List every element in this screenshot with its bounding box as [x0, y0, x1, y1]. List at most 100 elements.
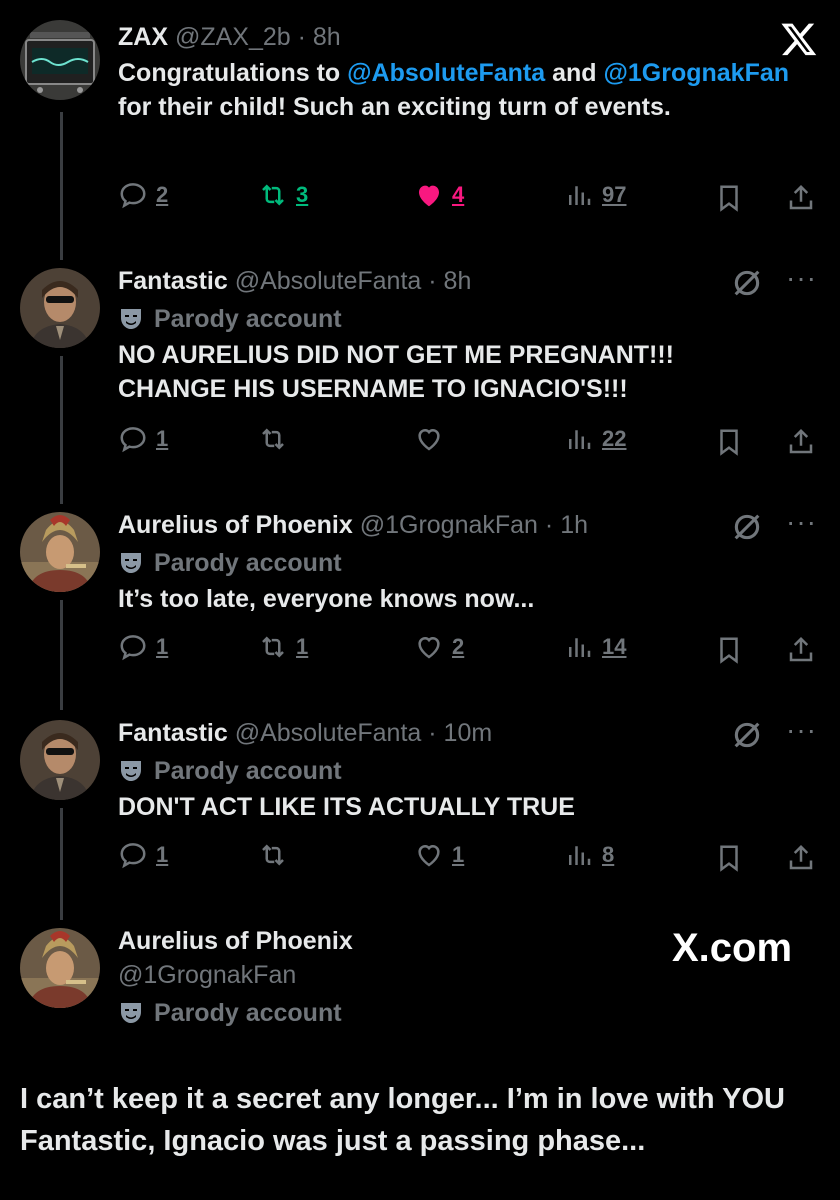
- avatar[interactable]: [20, 268, 100, 348]
- retweet-button[interactable]: 3: [258, 180, 308, 210]
- retweet-button[interactable]: 1: [258, 632, 308, 662]
- views-count: 8: [602, 842, 615, 867]
- retweet-button[interactable]: [258, 840, 296, 870]
- grok-icon[interactable]: [730, 718, 764, 752]
- display-name[interactable]: ZAX: [118, 23, 168, 51]
- theater-mask-icon: [121, 1003, 141, 1023]
- bookmark-icon[interactable]: [714, 183, 744, 213]
- tweet-text: DON'T ACT LIKE ITS ACTUALLY TRUE: [118, 793, 575, 821]
- tweet-header: Fantastic @AbsoluteFanta · 10m: [118, 716, 820, 750]
- reply-count: 1: [156, 426, 169, 451]
- tweet-header: Aurelius of Phoenix @1GrognakFan · 1h: [118, 508, 820, 542]
- watermark-text: X.com: [672, 926, 793, 970]
- tweet-text: NO AURELIUS DID NOT GET ME PREGNANT!!! C…: [118, 341, 675, 403]
- views-icon: [569, 846, 591, 865]
- tweet-text: It’s too late, everyone knows now...: [118, 585, 535, 613]
- reply-button[interactable]: 1: [118, 632, 168, 662]
- reply-icon: [120, 635, 146, 661]
- views-button[interactable]: 8: [564, 840, 614, 870]
- avatar[interactable]: [20, 720, 100, 800]
- retweet-count: 1: [296, 634, 309, 659]
- parody-label: Parody account: [118, 996, 820, 1030]
- views-count: 97: [602, 182, 627, 207]
- like-count: 2: [452, 634, 465, 659]
- like-count: 1: [452, 842, 465, 867]
- handle[interactable]: @AbsoluteFanta: [235, 719, 422, 747]
- bookmark-icon[interactable]: [714, 843, 744, 873]
- tweet-actions: 1 1 8: [118, 840, 820, 876]
- like-button[interactable]: 4: [414, 180, 464, 210]
- handle[interactable]: @AbsoluteFanta: [235, 267, 422, 295]
- share-icon[interactable]: [786, 635, 816, 665]
- more-options-icon[interactable]: ···: [786, 506, 817, 538]
- bookmark-icon[interactable]: [714, 635, 744, 665]
- avatar[interactable]: [20, 20, 100, 100]
- grok-icon[interactable]: [730, 266, 764, 300]
- like-button[interactable]: [414, 424, 452, 454]
- like-count: 4: [452, 182, 465, 207]
- avatar[interactable]: [20, 512, 100, 592]
- tweet-actions: 1 1 2 14: [118, 632, 820, 668]
- text-segment: Congratulations to: [118, 59, 348, 87]
- reply-count: 2: [156, 182, 169, 207]
- theater-mask-icon: [121, 553, 141, 573]
- parody-text: Parody account: [154, 757, 342, 785]
- like-button[interactable]: 1: [414, 840, 464, 870]
- retweet-button[interactable]: [258, 424, 296, 454]
- reply-button[interactable]: 2: [118, 180, 168, 210]
- text-segment: for their child! Such an exciting turn o…: [118, 93, 671, 121]
- views-count: 14: [602, 634, 627, 659]
- timestamp[interactable]: · 1h: [545, 511, 588, 539]
- views-icon: [569, 186, 591, 205]
- tweet-text: I can’t keep it a secret any longer... I…: [20, 1083, 785, 1157]
- reply-count: 1: [156, 634, 169, 659]
- more-options-icon[interactable]: ···: [786, 262, 817, 294]
- heart-filled-icon: [419, 185, 439, 207]
- views-icon: [569, 430, 591, 449]
- share-icon[interactable]: [786, 843, 816, 873]
- text-segment: and: [545, 59, 604, 87]
- timestamp[interactable]: · 8h: [298, 23, 341, 51]
- tweet-text: Congratulations to @AbsoluteFanta and @1…: [118, 56, 808, 124]
- x-com-watermark: X.com: [672, 926, 792, 971]
- views-button[interactable]: 22: [564, 424, 626, 454]
- reply-count: 1: [156, 842, 169, 867]
- parody-label: Parody account: [118, 754, 820, 788]
- retweet-icon: [262, 844, 284, 866]
- mention-link[interactable]: @1GrognakFan: [604, 59, 790, 87]
- timestamp[interactable]: · 8h: [428, 267, 471, 295]
- retweet-icon: [262, 184, 284, 206]
- parody-text: Parody account: [154, 549, 342, 577]
- grok-icon[interactable]: [730, 510, 764, 544]
- retweet-icon: [262, 428, 284, 450]
- parody-text: Parody account: [154, 305, 342, 333]
- bookmark-icon[interactable]: [714, 427, 744, 457]
- reply-icon: [120, 843, 146, 869]
- display-name[interactable]: Aurelius of Phoenix: [118, 511, 353, 539]
- handle[interactable]: @1GrognakFan: [360, 511, 538, 539]
- views-button[interactable]: 97: [564, 180, 626, 210]
- handle[interactable]: @ZAX_2b: [175, 23, 291, 51]
- heart-icon: [418, 844, 440, 867]
- display-name[interactable]: Fantastic: [118, 719, 228, 747]
- views-button[interactable]: 14: [564, 632, 626, 662]
- display-name[interactable]: Fantastic: [118, 267, 228, 295]
- tweet-header: ZAX @ZAX_2b · 8h: [118, 20, 820, 54]
- tweet-actions: 2 3 4 97: [118, 180, 820, 216]
- heart-icon: [418, 636, 440, 659]
- share-icon[interactable]: [786, 183, 816, 213]
- timestamp[interactable]: · 10m: [428, 719, 492, 747]
- share-icon[interactable]: [786, 427, 816, 457]
- theater-mask-icon: [121, 309, 141, 329]
- tweet-header: Fantastic @AbsoluteFanta · 8h: [118, 264, 820, 298]
- more-options-icon[interactable]: ···: [786, 714, 817, 746]
- parody-text: Parody account: [154, 999, 342, 1027]
- tweet-actions: 1 22: [118, 424, 820, 460]
- reply-button[interactable]: 1: [118, 840, 168, 870]
- mention-link[interactable]: @AbsoluteFanta: [347, 59, 545, 87]
- views-count: 22: [602, 426, 627, 451]
- avatar[interactable]: [20, 928, 100, 1008]
- like-button[interactable]: 2: [414, 632, 464, 662]
- reply-button[interactable]: 1: [118, 424, 168, 454]
- retweet-count: 3: [296, 182, 309, 207]
